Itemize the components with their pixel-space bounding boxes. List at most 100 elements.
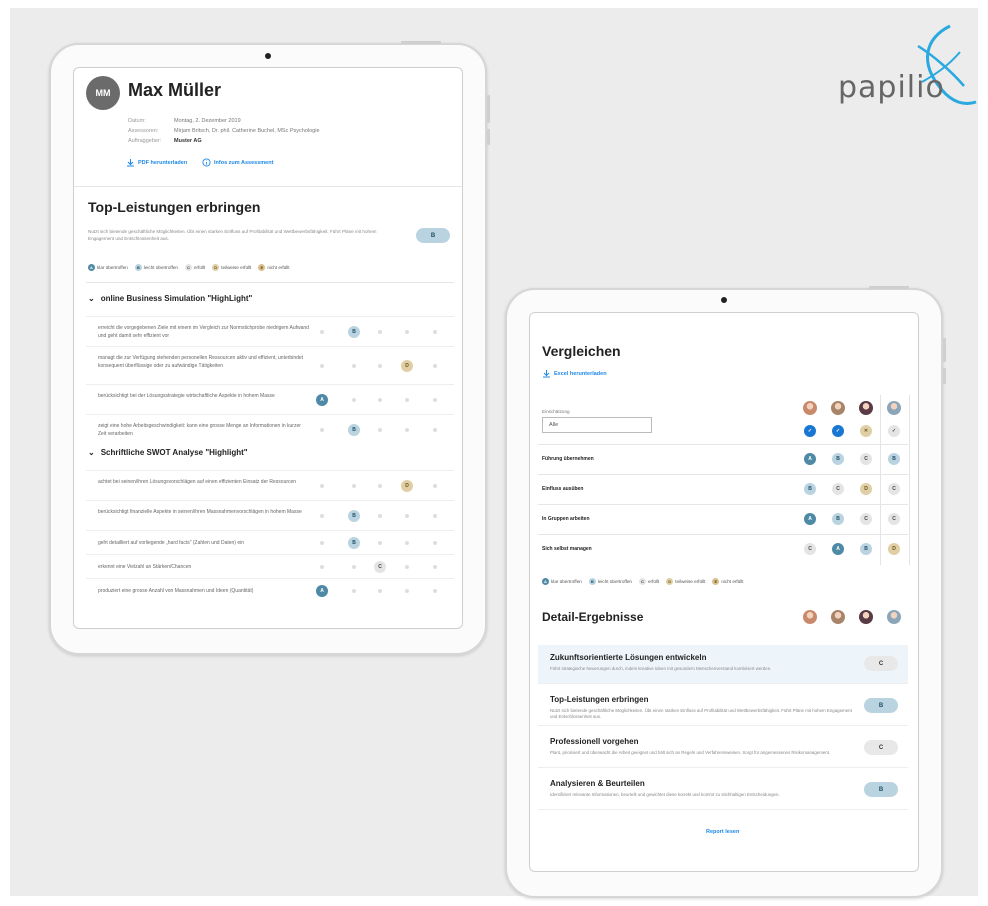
grade-badge: C [888, 483, 900, 495]
avatar-person-1[interactable] [803, 610, 817, 624]
empty-grade-dot [320, 514, 324, 518]
detail-title: Analysieren & Beurteilen [550, 779, 645, 788]
grade-badge: D [888, 543, 900, 555]
grade-badge: A [804, 513, 816, 525]
detail-description: Nutzt sich bietende geschäftliche Möglic… [550, 708, 852, 719]
legend-dot-b: B [134, 264, 142, 271]
grade-badge: A [316, 394, 328, 406]
tablet-side-button [487, 95, 490, 123]
cross-icon[interactable]: ✕ [860, 425, 872, 437]
papilio-logo: papilio [830, 22, 980, 112]
legend-divider [86, 282, 454, 283]
criteria-text: berücksichtigt bei der Lösungsstrategie … [98, 393, 275, 399]
legend-dot-c: C [638, 578, 646, 585]
filter-label: Einschätzung [542, 409, 570, 414]
avatar-person-2[interactable] [831, 401, 845, 415]
avatar-person-3[interactable] [859, 401, 873, 415]
grade-badge: C [832, 483, 844, 495]
avatar-person-3[interactable] [859, 610, 873, 624]
empty-grade-dot [433, 514, 437, 518]
empty-grade-dot [352, 398, 356, 402]
grade-badge: C [860, 453, 872, 465]
empty-grade-dot [352, 484, 356, 488]
group-title[interactable]: ⌄ Schriftliche SWOT Analyse "Highlight" [88, 448, 248, 457]
criteria-text: achtet bei seinen/ihren Lösungsvorschläg… [98, 479, 297, 485]
grade-badge: B [348, 537, 360, 549]
criteria-row: geht detailliert auf vorliegende „hard f… [86, 530, 454, 555]
empty-grade-dot [405, 428, 409, 432]
meta-client: Auftraggeber: Muster AG [128, 138, 202, 144]
empty-grade-dot [378, 484, 382, 488]
right-screen[interactable]: Vergleichen Excel herunterladen Einschät… [529, 312, 919, 872]
empty-grade-dot [378, 541, 382, 545]
competency-label: Führung übernehmen [542, 456, 594, 462]
grade-badge: C [374, 561, 386, 573]
competency-label: Einfluss ausüben [542, 486, 584, 492]
pdf-download-link[interactable]: PDF herunterladen [126, 158, 187, 167]
grade-badge: B [348, 326, 360, 338]
check-icon[interactable]: ✓ [804, 425, 816, 437]
grade-badge: B [832, 453, 844, 465]
left-screen[interactable]: MM Max Müller Datum: Montag, 2. Dezember … [73, 67, 463, 629]
empty-grade-dot [433, 330, 437, 334]
legend-dot-b: B [588, 578, 596, 585]
empty-grade-dot [405, 541, 409, 545]
detail-description: Führt strategische Neuerungen durch, ind… [550, 666, 772, 671]
legend-dot-e: E [258, 264, 266, 271]
grade-badge: B [888, 453, 900, 465]
grade-badge: A [316, 585, 328, 597]
detail-title: Professionell vorgehen [550, 737, 639, 746]
empty-grade-dot [378, 514, 382, 518]
detail-result-row[interactable]: Top-Leistungen erbringen Nutzt sich biete… [538, 687, 908, 726]
row-divider [538, 504, 908, 505]
legend-dot-d: D [666, 578, 674, 585]
read-report-link[interactable]: Report lesen [706, 829, 739, 835]
empty-grade-dot [320, 565, 324, 569]
empty-grade-dot [320, 541, 324, 545]
grade-badge: D [401, 480, 413, 492]
excel-download-link[interactable]: Excel herunterladen [542, 369, 607, 378]
logo-text: papilio [838, 70, 945, 105]
grade-badge: C [888, 513, 900, 525]
group-title-label: online Business Simulation "HighLight" [100, 294, 253, 303]
left-tablet: MM Max Müller Datum: Montag, 2. Dezember … [49, 41, 490, 655]
avatar-person-2[interactable] [831, 610, 845, 624]
group-title-label: Schriftliche SWOT Analyse "Highlight" [100, 448, 248, 457]
empty-grade-dot [320, 330, 324, 334]
empty-grade-dot [378, 330, 382, 334]
meta-date: Datum: Montag, 2. Dezember 2019 [128, 118, 241, 124]
empty-grade-dot [405, 565, 409, 569]
criteria-text: erkennt eine Vielzahl an Stärken/Chancen [98, 564, 192, 570]
assessment-info-link[interactable]: Infos zum Assessment [202, 158, 273, 167]
detail-result-row[interactable]: Zukunftsorientierte Lösungen entwickeln F… [538, 645, 908, 684]
detail-grade-badge: C [864, 656, 898, 671]
criteria-row: managt die zur Verfügung stehenden perso… [86, 346, 454, 385]
detail-result-row[interactable]: Analysieren & Beurteilen Identifiziert re… [538, 771, 908, 810]
group-title[interactable]: ⌄ online Business Simulation "HighLight" [88, 294, 252, 303]
detail-grade-badge: C [864, 740, 898, 755]
grade-legend: Aklar übertroffen Bleicht übertroffen Ce… [542, 578, 744, 585]
header-divider [74, 186, 462, 187]
grade-badge: B [860, 543, 872, 555]
empty-grade-dot [433, 565, 437, 569]
empty-grade-dot [433, 589, 437, 593]
tablet-side-button [487, 129, 490, 145]
avatar-person-4[interactable] [887, 610, 901, 624]
detail-result-row[interactable]: Professionell vorgehen Plant, priorisiert… [538, 729, 908, 768]
detail-title: Top-Leistungen erbringen [550, 695, 649, 704]
detail-grade-badge: B [864, 782, 898, 797]
avatar-person-1[interactable] [803, 401, 817, 415]
check-icon[interactable]: ✓ [832, 425, 844, 437]
tablet-camera [721, 297, 727, 303]
criteria-row: erkennt eine Vielzahl an Stärken/Chancen… [86, 554, 454, 579]
right-tablet: Vergleichen Excel herunterladen Einschät… [505, 286, 946, 898]
legend-dot-d: D [212, 264, 220, 271]
detail-results-title: Detail-Ergebnisse [542, 610, 644, 624]
filter-select[interactable]: Alle [542, 417, 652, 433]
section-description: Nutzt sich bietende geschäftliche Möglic… [88, 229, 377, 241]
empty-grade-dot [433, 364, 437, 368]
tablet-camera [265, 53, 271, 59]
selected-column-outline [880, 395, 910, 565]
empty-grade-dot [433, 398, 437, 402]
criteria-row: berücksichtigt finanzielle Aspekte in se… [86, 500, 454, 531]
